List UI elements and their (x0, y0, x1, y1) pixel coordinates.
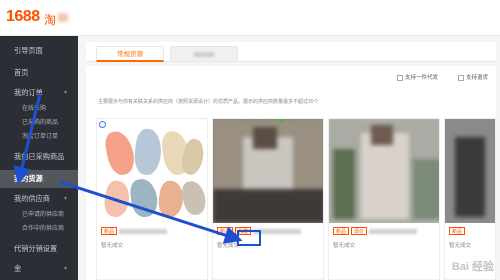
sidebar-item-purchased-goods[interactable]: 已采购的商品 (0, 116, 78, 130)
sales-status: 暂无成交 (101, 243, 124, 249)
watermark: Bai 经验 (451, 261, 494, 273)
product-image[interactable]: ✎ ⌗ ⤢ ▣ ⇪ (213, 119, 323, 223)
expand-icon[interactable]: ⤢ (265, 119, 273, 125)
main-content: 常规货源 支持一件代发 支持退货 主要展示与你有关联关系的供应商（按照货源设计）… (78, 36, 500, 280)
sidebar-item-orders[interactable]: 我的订单 ▼ (0, 84, 78, 102)
tag: 源价 (351, 227, 368, 235)
sidebar-item-cooperating-suppliers[interactable]: 合作中的供应商 (0, 222, 78, 236)
share-icon[interactable]: ⇪ (289, 119, 297, 125)
tag: 新品 (333, 227, 350, 235)
source-panel: 支持一件代发 支持退货 主要展示与你有关联关系的供应商（按照货源设计）的优质产品… (86, 66, 496, 280)
title-blur (119, 229, 168, 235)
tab-bar: 常规货源 (86, 42, 496, 62)
product-card[interactable]: ✎ ⌗ ⤢ ▣ ⇪ 新品 代发 暂无成交 (212, 118, 324, 280)
product-card[interactable]: 新品 暂无成交 (444, 118, 496, 280)
sidebar-item-taobao-orders[interactable]: 淘宝订单订单 (0, 130, 78, 144)
sidebar-item-applied-suppliers[interactable]: 已申请的供应商 (0, 208, 78, 222)
loading-icon (99, 121, 106, 128)
product-image[interactable] (445, 119, 495, 223)
sales-status: 暂无成交 (333, 243, 356, 249)
top-bar: 1688 淘 (0, 0, 500, 36)
filter-returns[interactable]: 支持退货 (457, 72, 488, 84)
sidebar-item-online-purchase[interactable]: 在线采购 (0, 102, 78, 116)
highlight-box (237, 230, 261, 246)
logo-blur (58, 13, 68, 22)
checkbox[interactable] (396, 74, 403, 81)
sidebar-item-my-purchased[interactable]: 我的已采购商品 (0, 148, 78, 166)
chevron-down-icon: ▼ (63, 90, 68, 96)
tab-second[interactable] (170, 46, 238, 62)
filter-dropship[interactable]: 支持一件代发 (396, 72, 438, 84)
title-blur (369, 229, 418, 235)
sidebar-item-my-suppliers[interactable]: 我的供应商 ▼ (0, 190, 78, 208)
crop-icon[interactable]: ⌗ (253, 119, 261, 125)
tab-regular-sources[interactable]: 常规货源 (96, 46, 164, 62)
product-image[interactable] (97, 119, 207, 223)
product-card[interactable]: 新品 暂无成交 (96, 118, 208, 280)
product-title[interactable]: 新品 源价 (333, 227, 418, 235)
image-icon[interactable]: ▣ (277, 119, 285, 125)
chevron-down-icon: ▼ (63, 266, 68, 272)
product-title[interactable]: 新品 (449, 227, 467, 235)
tag: 新品 (101, 227, 118, 235)
sidebar-item-home[interactable]: 首页 (0, 64, 78, 82)
sidebar-item-my-sources[interactable]: 我的货源 (0, 170, 78, 188)
tag: 新品 (449, 227, 466, 235)
logo[interactable]: 1688 (6, 8, 40, 26)
sidebar-item-guide[interactable]: 引导页面 (0, 42, 78, 60)
checkbox[interactable] (457, 74, 464, 81)
sidebar-item-dropship-settings[interactable]: 代销分销设置 (0, 240, 78, 258)
tab-label-blur (194, 52, 214, 57)
product-title[interactable]: 新品 (101, 227, 168, 235)
product-card[interactable]: 新品 源价 暂无成交 (328, 118, 440, 280)
sales-status: 暂无成交 (449, 243, 472, 249)
edit-icon[interactable]: ✎ (241, 119, 249, 125)
chevron-down-icon: ▼ (63, 196, 68, 202)
sidebar-item-finance[interactable]: 金 ▼ (0, 260, 78, 278)
tag: 新品 (217, 227, 234, 235)
sales-status: 暂无成交 (217, 243, 240, 249)
logo-suffix: 淘 (44, 13, 57, 27)
notice-text: 主要展示与你有关联关系的供应商（按照货源设计）的优质产品，展示的供应商数量最多不… (98, 99, 319, 105)
image-toolbar: ✎ ⌗ ⤢ ▣ ⇪ (213, 119, 323, 127)
product-image[interactable] (329, 119, 439, 223)
sidebar: 引导页面 首页 我的订单 ▼ 在线采购 已采购的商品 淘宝订单订单 我的已采购商品… (0, 36, 78, 280)
